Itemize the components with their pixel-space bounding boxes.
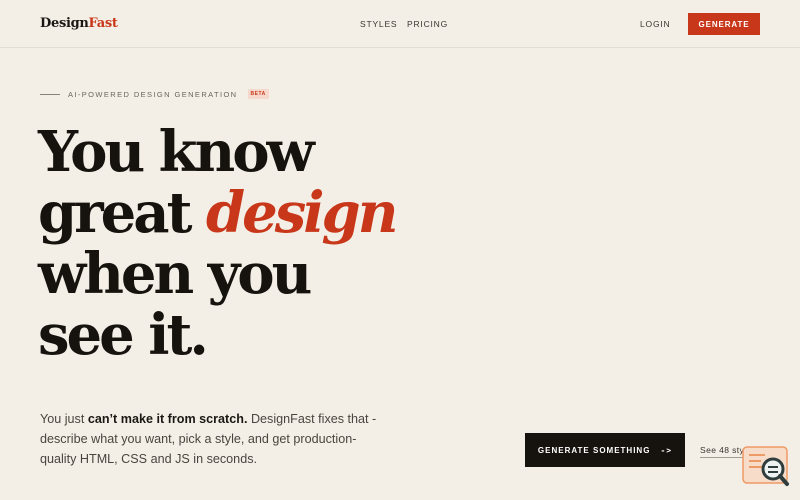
cta-label: GENERATE SOMETHING bbox=[537, 445, 651, 455]
search-chat-widget[interactable] bbox=[741, 445, 791, 489]
generate-something-button[interactable]: GENERATE SOMETHING -> bbox=[525, 433, 685, 467]
generate-button[interactable]: GENERATE bbox=[688, 13, 760, 35]
hero-headline: You know great design when you see it. bbox=[38, 119, 398, 368]
headline-word-design: design bbox=[205, 180, 398, 246]
logo[interactable]: DesignFast bbox=[40, 16, 118, 31]
logo-main: Design bbox=[40, 16, 89, 31]
headline-line-2: great design bbox=[38, 180, 398, 246]
eyebrow-text: AI-POWERED DESIGN GENERATION bbox=[68, 89, 238, 99]
arrow-icon: -> bbox=[660, 445, 673, 455]
hero-lead: You just can’t make it from scratch. Des… bbox=[40, 409, 380, 469]
lead-emphasis: can’t make it from scratch. bbox=[87, 412, 248, 426]
eyebrow: AI-POWERED DESIGN GENERATION BETA bbox=[40, 89, 269, 99]
logo-accent: Fast bbox=[88, 16, 118, 31]
lead-text-a: You just bbox=[40, 412, 88, 426]
nav-link-pricing[interactable]: PRICING bbox=[407, 19, 448, 29]
login-link[interactable]: LOGIN bbox=[640, 19, 670, 29]
nav-link-styles[interactable]: STYLES bbox=[360, 19, 397, 29]
headline-word-great: great bbox=[38, 180, 192, 246]
headline-line-1: You know bbox=[38, 119, 315, 185]
search-chat-icon bbox=[742, 446, 789, 486]
headline-line-4: see it. bbox=[38, 302, 209, 368]
beta-badge: BETA bbox=[247, 89, 269, 99]
top-nav: DesignFast STYLES PRICING LOGIN GENERATE bbox=[0, 0, 800, 48]
eyebrow-rule bbox=[40, 93, 60, 95]
headline-line-3: when you bbox=[38, 241, 312, 307]
